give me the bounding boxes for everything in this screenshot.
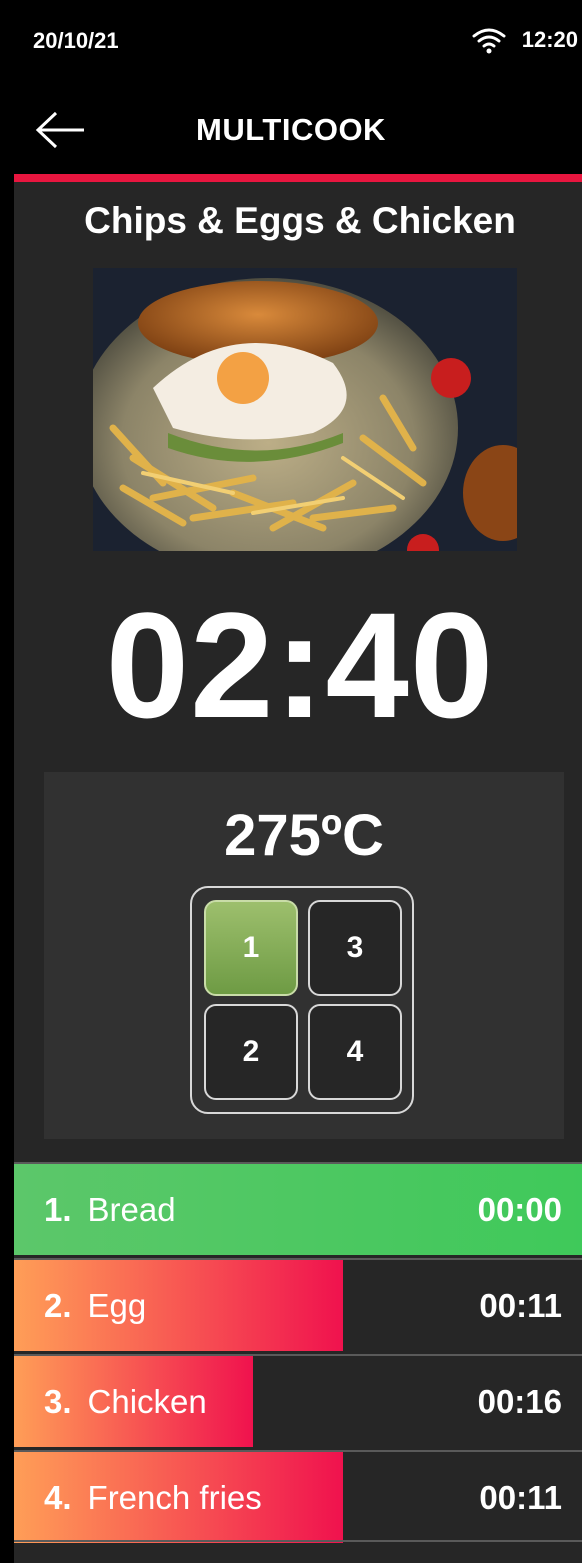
status-date: 20/10/21: [33, 28, 119, 53]
control-panel: 275ºC 1 3 2 4: [44, 772, 564, 1139]
step-number: 4.: [44, 1479, 72, 1516]
step-row[interactable]: 3. Chicken 00:16: [14, 1354, 582, 1447]
step-number: 3.: [44, 1383, 72, 1420]
status-time: 12:20: [521, 27, 578, 52]
tray-button-3[interactable]: 3: [308, 900, 402, 996]
recipe-name: Chips & Eggs & Chicken: [84, 200, 516, 241]
tray-button-4[interactable]: 4: [308, 1004, 402, 1100]
tray-button-1[interactable]: 1: [204, 900, 298, 996]
step-time: 00:11: [479, 1287, 562, 1324]
step-row[interactable]: 4. French fries 00:11: [14, 1450, 582, 1543]
list-bottom-divider: [14, 1540, 582, 1542]
step-name: French fries: [87, 1479, 262, 1516]
header-accent-divider: [14, 174, 582, 182]
app-header: MULTICOOK: [0, 90, 582, 174]
cooking-timer: 02:40: [105, 581, 495, 749]
step-time: 00:00: [477, 1191, 562, 1228]
tray-button-2[interactable]: 2: [204, 1004, 298, 1100]
step-time: 00:11: [479, 1479, 562, 1516]
page-title: MULTICOOK: [196, 112, 386, 147]
step-name: Bread: [87, 1191, 176, 1228]
tray-selector: 1 3 2 4: [190, 886, 414, 1114]
device-frame: 20/10/21 12:20 MULTICOOK Chips & Eggs & …: [0, 0, 582, 1563]
step-row[interactable]: 1. Bread 00:00: [14, 1162, 582, 1255]
recipe-photo: [93, 268, 517, 551]
step-number: 1.: [44, 1191, 72, 1228]
temperature-readout: 275ºC: [224, 803, 384, 868]
status-bar: 20/10/21 12:20: [0, 0, 582, 90]
step-number: 2.: [44, 1287, 72, 1324]
step-name: Chicken: [87, 1383, 207, 1420]
step-time: 00:16: [477, 1383, 562, 1420]
step-name: Egg: [87, 1287, 147, 1324]
step-row[interactable]: 2. Egg 00:11: [14, 1258, 582, 1351]
cooking-steps-list: 1. Bread 00:00 2. Egg 00:11 3. Chicken 00:1…: [14, 1162, 582, 1546]
wifi-icon: [472, 28, 506, 54]
